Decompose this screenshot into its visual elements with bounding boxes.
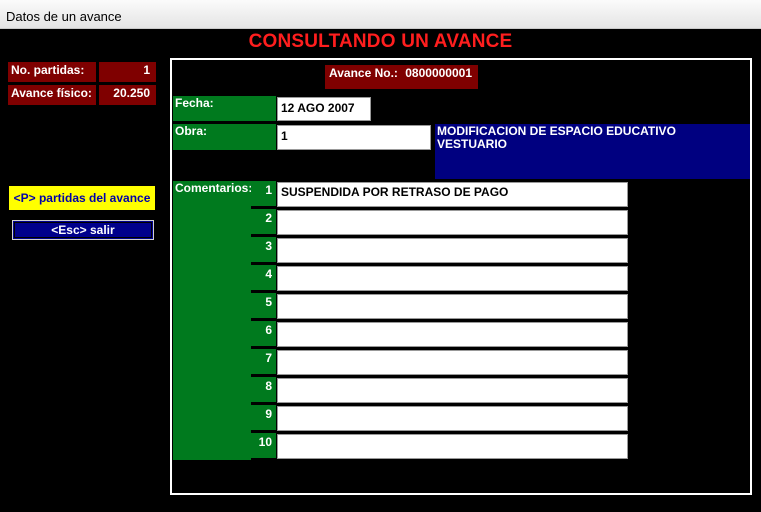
comentario-number: 6 <box>251 321 276 346</box>
window-title: Datos de un avance <box>6 9 122 24</box>
comentario-field[interactable] <box>277 322 628 347</box>
comentario-field[interactable] <box>277 406 628 431</box>
comentario-number: 8 <box>251 377 276 402</box>
comentario-field[interactable] <box>277 294 628 319</box>
comentario-field[interactable] <box>277 266 628 291</box>
avance-number-label: Avance No.: <box>329 66 398 80</box>
page-title: CONSULTANDO UN AVANCE <box>248 31 513 52</box>
comentario-field[interactable] <box>277 434 628 459</box>
fecha-label: Fecha: <box>173 96 276 121</box>
avance-fisico-label: Avance físico: <box>8 85 96 105</box>
comentario-field[interactable] <box>277 238 628 263</box>
avance-number-value: 0800000001 <box>405 66 472 80</box>
obra-label: Obra: <box>173 124 276 150</box>
comentario-field[interactable] <box>277 210 628 235</box>
form-panel: Avance No.: 0800000001 Fecha: 12 AGO 200… <box>170 58 752 495</box>
obra-description: MODIFICACION DE ESPACIO EDUCATIVO VESTUA… <box>435 124 750 179</box>
obra-description-line2: VESTUARIO <box>437 137 508 151</box>
avance-fisico-value: 20.250 <box>99 85 156 105</box>
comentario-number: 7 <box>251 349 276 374</box>
partidas-label: No. partidas: <box>8 62 96 82</box>
partidas-value: 1 <box>99 62 156 82</box>
comentario-number: 9 <box>251 405 276 430</box>
comentario-number: 10 <box>251 433 276 458</box>
partidas-button[interactable]: <P> partidas del avance <box>9 186 155 210</box>
avance-number-box: Avance No.: 0800000001 <box>325 65 478 89</box>
salir-button[interactable]: <Esc> salir <box>12 220 154 240</box>
comentario-field[interactable] <box>277 378 628 403</box>
comentario-field[interactable]: SUSPENDIDA POR RETRASO DE PAGO <box>277 182 628 207</box>
comentario-number: 2 <box>251 209 276 234</box>
comentario-number: 4 <box>251 265 276 290</box>
fecha-field[interactable]: 12 AGO 2007 <box>277 97 371 121</box>
window-titlebar: Datos de un avance <box>0 0 761 29</box>
comentarios-label: Comentarios: <box>173 181 252 460</box>
comentario-number: 3 <box>251 237 276 262</box>
obra-field[interactable]: 1 <box>277 125 431 150</box>
comentario-number: 1 <box>251 181 276 206</box>
comentario-field[interactable] <box>277 350 628 375</box>
comentario-number: 5 <box>251 293 276 318</box>
